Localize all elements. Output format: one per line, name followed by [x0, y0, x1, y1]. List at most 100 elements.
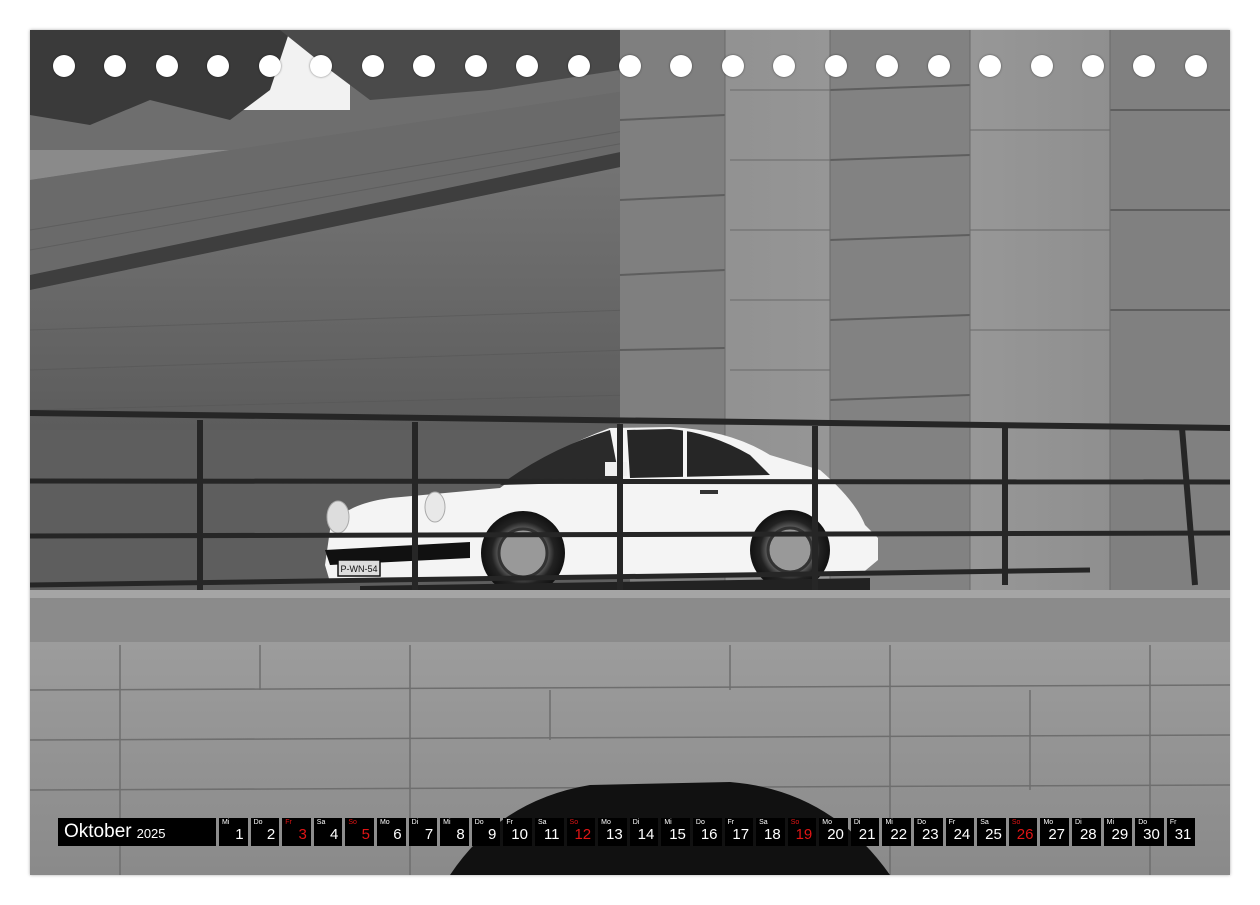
day-cell: Mi 8	[440, 818, 469, 846]
binding-hole	[207, 55, 229, 77]
binding-hole	[773, 55, 795, 77]
day-cell: So 26	[1008, 818, 1038, 846]
day-weekday: Sa	[980, 819, 989, 826]
day-cell: Fr 10	[503, 818, 532, 846]
binding-hole	[465, 55, 487, 77]
day-number: 6	[393, 826, 402, 843]
day-weekday: Di	[632, 819, 640, 826]
day-number: 2	[266, 826, 276, 843]
day-cell: Mo 20	[819, 818, 848, 846]
day-weekday: Do	[1138, 819, 1148, 826]
day-number: 24	[953, 826, 971, 843]
day-cell: Mi 22	[882, 818, 912, 846]
binding-hole	[53, 55, 75, 77]
day-number: 27	[1048, 826, 1066, 843]
day-weekday: Mi	[443, 819, 451, 826]
day-cell: Do 9	[471, 818, 501, 846]
day-cell: Sa 25	[977, 818, 1006, 846]
day-weekday: Di	[853, 819, 861, 826]
binding-hole	[362, 55, 384, 77]
day-weekday: Sa	[759, 819, 768, 826]
day-cell: Mo 27	[1040, 818, 1070, 846]
day-weekday: Mo	[379, 819, 390, 826]
day-number: 21	[858, 826, 876, 843]
binding-hole	[619, 55, 641, 77]
month-label: Oktober 2025	[58, 818, 216, 846]
day-cell: So 19	[787, 818, 817, 846]
binding-hole	[670, 55, 692, 77]
day-number: 7	[424, 826, 434, 843]
day-number: 18	[764, 826, 781, 843]
day-weekday: Do	[474, 819, 484, 826]
month-name: Oktober	[64, 821, 132, 842]
day-weekday: So	[1011, 819, 1021, 826]
day-number: 30	[1143, 826, 1160, 843]
day-number: 26	[1016, 826, 1034, 843]
day-number: 16	[700, 826, 718, 843]
photo-car-on-bridge: P-WN-54	[30, 30, 1230, 875]
binding-hole	[979, 55, 1001, 77]
day-cell: Mi 1	[219, 818, 248, 846]
day-number: 4	[330, 826, 339, 843]
day-weekday: So	[790, 819, 800, 826]
day-weekday: Di	[411, 819, 419, 826]
month-year: 2025	[136, 826, 166, 841]
binding-hole	[1082, 55, 1104, 77]
day-weekday: Fr	[506, 819, 513, 826]
day-weekday: Fr	[727, 819, 735, 826]
binding-hole	[1031, 55, 1053, 77]
day-number: 17	[732, 826, 750, 843]
day-weekday: Mi	[222, 819, 230, 826]
day-number: 22	[890, 826, 908, 843]
binding-hole	[310, 55, 332, 77]
day-number: 5	[361, 826, 370, 843]
day-weekday: Mi	[1106, 819, 1115, 826]
calendar-bar: Oktober 2025 Mi 1 Do 2 Fr 3 Sa 4 So 5 Mo 6 Di 7 Mi 8 Do 9…	[58, 818, 1202, 846]
day-number: 10	[511, 826, 528, 843]
day-cell: Di 7	[408, 818, 438, 846]
calendar-page: P-WN-54 Oktober 2025 Mi 1 Do 2 Fr 3 Sa 4…	[30, 30, 1230, 875]
day-cell: Do 23	[914, 818, 943, 846]
day-cell: Mi 29	[1103, 818, 1133, 846]
day-number: 29	[1111, 826, 1129, 843]
day-cell: So 12	[566, 818, 596, 846]
day-cell: So 5	[345, 818, 374, 846]
day-cell: Fr 3	[282, 818, 311, 846]
day-cell: Mo 13	[598, 818, 627, 846]
day-cell: Sa 18	[756, 818, 785, 846]
day-weekday: So	[569, 819, 579, 826]
day-weekday: Fr	[1169, 819, 1177, 826]
day-weekday: Do	[253, 819, 263, 826]
day-number: 15	[669, 826, 686, 843]
day-number: 25	[985, 826, 1002, 843]
day-cell: Do 16	[692, 818, 722, 846]
binding-hole	[722, 55, 744, 77]
day-cell: Sa 11	[534, 818, 564, 846]
day-cells: Mi 1 Do 2 Fr 3 Sa 4 So 5 Mo 6 Di 7 Mi 8 Do 9 Fr 10 Sa 11 So 12 M…	[219, 818, 1196, 846]
day-weekday: Mo	[601, 819, 611, 826]
day-weekday: Mo	[1043, 819, 1054, 826]
day-cell: Do 30	[1135, 818, 1164, 846]
day-number: 31	[1174, 826, 1192, 843]
day-number: 23	[921, 826, 939, 843]
day-number: 11	[543, 826, 560, 843]
day-cell: Di 14	[629, 818, 659, 846]
binding-holes	[30, 30, 1230, 100]
day-cell: Di 21	[850, 818, 880, 846]
day-cell: Di 28	[1072, 818, 1101, 846]
day-cell: Do 2	[250, 818, 280, 846]
day-cell: Mi 15	[661, 818, 690, 846]
day-cell: Sa 4	[313, 818, 343, 846]
day-number: 20	[827, 826, 844, 843]
day-number: 14	[637, 826, 655, 843]
day-number: 12	[574, 826, 592, 843]
binding-hole	[1133, 55, 1155, 77]
day-number: 28	[1079, 826, 1097, 843]
day-number: 3	[298, 826, 307, 843]
binding-hole	[1185, 55, 1207, 77]
day-weekday: Sa	[537, 819, 547, 826]
day-weekday: Fr	[285, 819, 292, 826]
day-cell: Fr 17	[724, 818, 754, 846]
binding-hole	[259, 55, 281, 77]
binding-hole	[516, 55, 538, 77]
